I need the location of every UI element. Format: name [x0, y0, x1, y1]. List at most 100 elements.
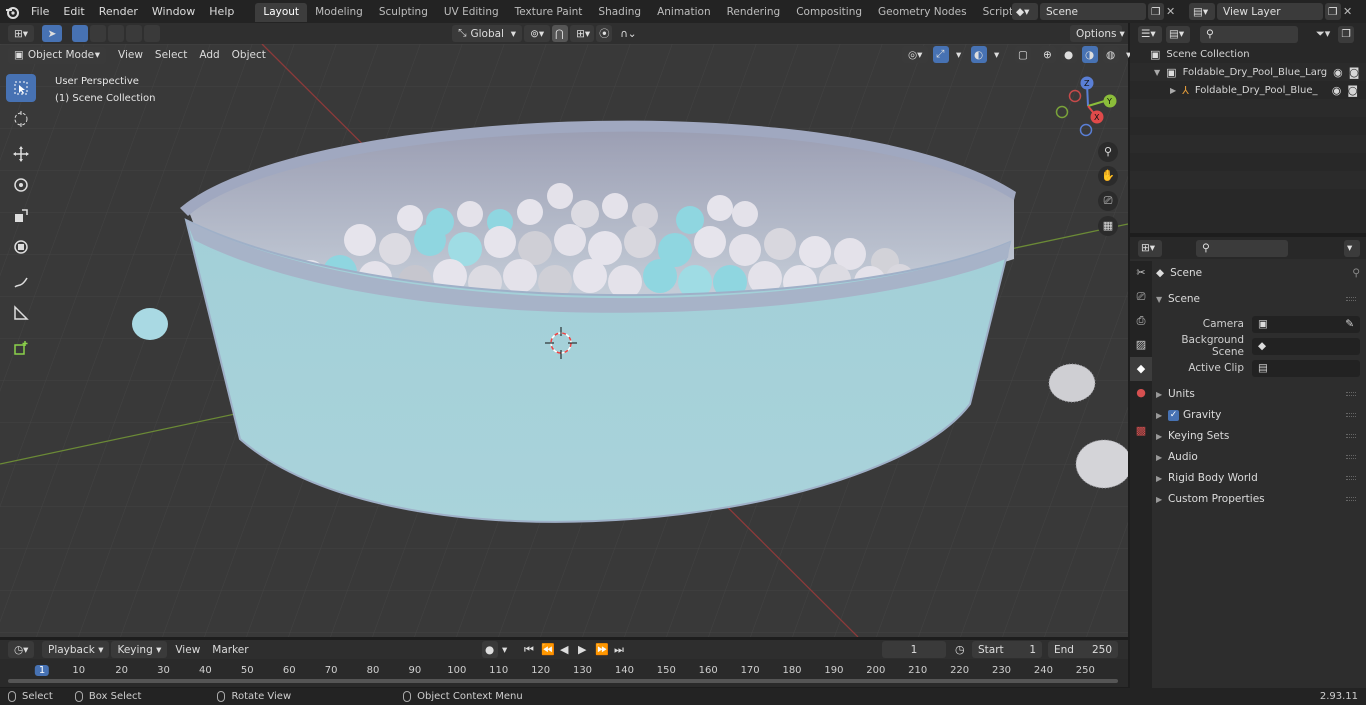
measure-tool-icon[interactable] — [6, 299, 36, 327]
outliner-row-object[interactable]: ▶ ⅄ Foldable_Dry_Pool_Blue_ ◉ ◙ — [1130, 81, 1366, 99]
tab-animation[interactable]: Animation — [649, 3, 719, 22]
drag-handle-icon[interactable] — [1346, 476, 1356, 480]
view-layer-tab-icon[interactable]: ▨ — [1130, 333, 1152, 357]
menu-add[interactable]: Add — [193, 49, 225, 61]
outliner-search-input[interactable]: ⚲ — [1200, 25, 1298, 43]
scene-name-field[interactable]: Scene — [1040, 3, 1146, 20]
select-mode-intersect-icon[interactable] — [144, 25, 161, 42]
playback-dropdown[interactable]: Playback ▾ — [42, 641, 110, 658]
tab-modeling[interactable]: Modeling — [307, 3, 371, 22]
rigid-body-world-section[interactable]: ▶ Rigid Body World — [1156, 468, 1360, 488]
outliner-editor-type-icon[interactable]: ☰▾ — [1138, 25, 1162, 43]
keying-sets-section[interactable]: ▶ Keying Sets — [1156, 426, 1360, 446]
tab-geometry-nodes[interactable]: Geometry Nodes — [870, 3, 975, 22]
visibility-icon[interactable]: ◎▾ — [902, 46, 928, 63]
tab-sculpting[interactable]: Sculpting — [371, 3, 436, 22]
view-layer-name-field[interactable]: View Layer — [1217, 3, 1323, 20]
select-mode-subtract-icon[interactable] — [108, 25, 125, 42]
snap-toggle-icon[interactable]: ⋂ — [552, 25, 569, 42]
delete-scene-icon[interactable]: ✕ — [1166, 5, 1182, 18]
jump-end-icon[interactable]: ⏭ — [614, 643, 624, 657]
proportional-edit-icon[interactable]: ⦿ — [596, 25, 613, 42]
units-section[interactable]: ▶ Units — [1156, 384, 1360, 404]
outliner-row-collection[interactable]: ▼ ▣ Foldable_Dry_Pool_Blue_Larg ◉ ◙ — [1130, 63, 1366, 81]
texture-tab-icon[interactable]: ▩ — [1130, 419, 1152, 443]
timeline-editor-type-icon[interactable]: ◷▾ — [8, 641, 34, 658]
expand-right-icon[interactable]: ▶ — [1170, 86, 1176, 95]
floating-ball-blue[interactable] — [132, 308, 168, 340]
timeline-menu-view[interactable]: View — [169, 644, 206, 656]
overlay-dropdown-icon[interactable]: ▾ — [992, 46, 1004, 63]
select-mode-extend-icon[interactable] — [90, 25, 107, 42]
tab-texture-paint[interactable]: Texture Paint — [507, 3, 591, 22]
floating-ball-speckled[interactable] — [1048, 363, 1096, 403]
menu-window[interactable]: Window — [145, 0, 202, 23]
gizmo-dropdown-icon[interactable]: ▾ — [954, 46, 966, 63]
transform-orientation-dropdown[interactable]: ⤡ Global ▾ — [452, 25, 523, 42]
keying-dropdown[interactable]: Keying ▾ — [111, 641, 168, 658]
audio-section[interactable]: ▶ Audio — [1156, 447, 1360, 467]
blender-logo-icon[interactable] — [0, 5, 24, 19]
properties-search-input[interactable]: ⚲ — [1196, 239, 1288, 257]
transform-tool-icon[interactable] — [6, 233, 36, 261]
next-keyframe-icon[interactable]: ⏩ — [595, 643, 609, 656]
scale-tool-icon[interactable] — [6, 202, 36, 230]
scene-tab-icon[interactable]: ◆ — [1130, 357, 1152, 381]
background-scene-field[interactable]: ◆ — [1252, 337, 1360, 355]
view-layer-selector-icon[interactable]: ▤▾ — [1189, 3, 1215, 20]
shading-material-icon[interactable]: ◑ — [1082, 46, 1098, 63]
prev-keyframe-icon[interactable]: ⏪ — [541, 643, 555, 656]
properties-options-icon[interactable]: ▾ — [1344, 239, 1360, 257]
menu-render[interactable]: Render — [92, 0, 145, 23]
menu-edit[interactable]: Edit — [56, 0, 91, 23]
properties-editor-type-icon[interactable]: ⊞▾ — [1138, 239, 1162, 257]
viewport-scene[interactable]: Z Y X — [0, 44, 1128, 637]
falloff-icon[interactable]: ∩⌄ — [614, 25, 636, 42]
record-keyframe-icon[interactable]: ● — [482, 641, 498, 658]
zoom-icon[interactable]: ⚲ — [1098, 142, 1118, 162]
frame-ruler[interactable]: 1 10 20 30 40 50 60 70 80 90 100 110 120 130 140 150 160… — [0, 663, 1128, 679]
drag-handle-icon[interactable] — [1346, 455, 1356, 459]
eye-icon[interactable]: ◉ — [1332, 84, 1342, 97]
render-tab-icon[interactable]: ⎚ — [1130, 285, 1152, 309]
options-dropdown[interactable]: Options ▾ — [1070, 25, 1125, 42]
scene-panel-header[interactable]: ▼ Scene — [1156, 289, 1360, 309]
tab-layout[interactable]: Layout — [255, 3, 308, 22]
3d-viewport[interactable]: Z Y X ⚲ ✋ ⎚ ▦ — [0, 44, 1128, 637]
tab-rendering[interactable]: Rendering — [719, 3, 789, 22]
world-tab-icon[interactable]: ● — [1130, 381, 1152, 405]
delete-view-layer-icon[interactable]: ✕ — [1343, 5, 1359, 18]
jump-start-icon[interactable]: ⏮ — [524, 643, 534, 657]
tab-shading[interactable]: Shading — [590, 3, 649, 22]
play-reverse-icon[interactable]: ◀ — [560, 643, 568, 656]
shading-wireframe-icon[interactable]: ⊕ — [1040, 46, 1056, 63]
menu-object[interactable]: Object — [226, 49, 272, 61]
drag-handle-icon[interactable] — [1346, 497, 1356, 501]
custom-properties-section[interactable]: ▶ Custom Properties — [1156, 489, 1360, 509]
expand-down-icon[interactable]: ▼ — [1154, 68, 1160, 77]
timeline-scrollbar[interactable] — [8, 679, 1118, 683]
gizmo-toggle-icon[interactable]: ⤢ — [933, 46, 949, 63]
display-mode-icon[interactable]: ▤▾ — [1166, 25, 1190, 43]
output-tab-icon[interactable]: ⎙ — [1130, 309, 1152, 333]
menu-select[interactable]: Select — [149, 49, 193, 61]
timeline-menu-marker[interactable]: Marker — [206, 644, 254, 656]
select-box-tool-icon[interactable] — [6, 74, 36, 102]
select-mode-new-icon[interactable] — [72, 25, 89, 42]
outliner-row-scene-collection[interactable]: ▣ Scene Collection — [1130, 45, 1366, 63]
new-view-layer-icon[interactable]: ❐ — [1325, 3, 1341, 20]
gravity-checkbox[interactable]: ✓ — [1168, 409, 1179, 421]
preview-range-icon[interactable]: ◷ — [955, 643, 965, 656]
tool-tab-icon[interactable]: ✂ — [1130, 261, 1152, 285]
drag-handle-icon[interactable] — [1346, 413, 1356, 417]
ortho-grid-icon[interactable]: ▦ — [1098, 216, 1118, 236]
camera-icon[interactable]: ◙ — [1349, 66, 1360, 79]
pin-icon[interactable]: ⚲ — [1352, 267, 1360, 279]
camera-icon[interactable]: ◙ — [1347, 84, 1358, 97]
new-collection-icon[interactable]: ❐ — [1338, 25, 1355, 43]
cursor-tool-icon[interactable] — [6, 105, 36, 133]
object-mode-dropdown[interactable]: ▣ Object Mode ▾ — [8, 46, 106, 64]
play-icon[interactable]: ▶ — [578, 643, 586, 656]
drag-handle-icon[interactable] — [1346, 392, 1356, 396]
active-clip-field[interactable]: ▤ — [1252, 359, 1360, 377]
